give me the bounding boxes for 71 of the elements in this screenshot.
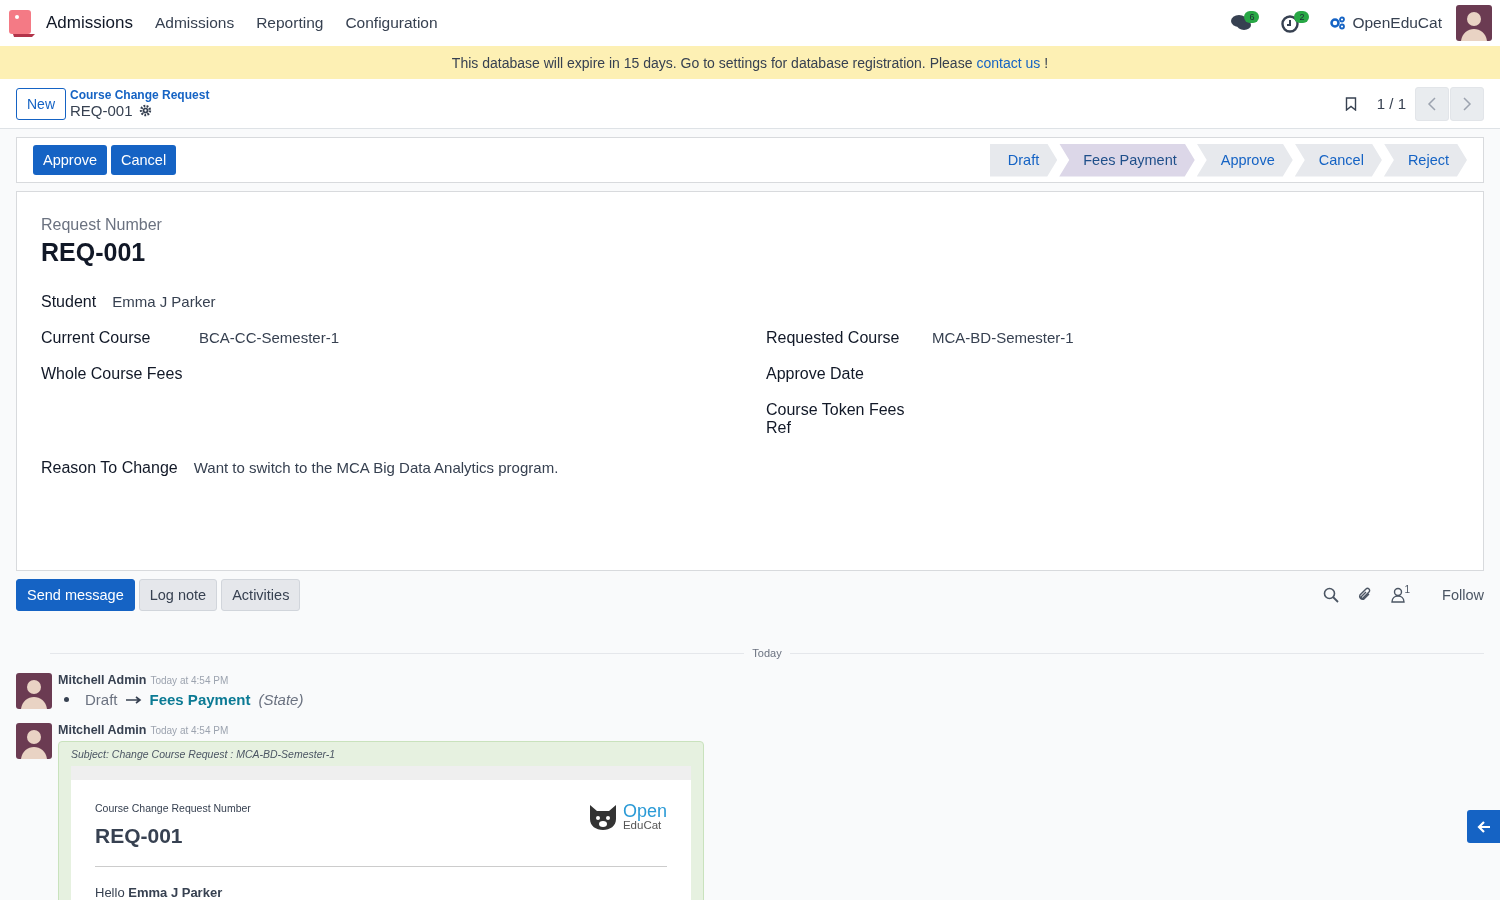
menu-item[interactable]: Configuration [345, 14, 438, 32]
app-logo-icon[interactable] [8, 9, 36, 37]
author-name[interactable]: Mitchell Admin [58, 723, 147, 737]
field-value: Want to switch to the MCA Big Data Analytics program. [193, 459, 559, 476]
status-step[interactable]: Approve [1196, 143, 1293, 177]
breadcrumb-link[interactable]: Course Change Request [70, 88, 210, 102]
old-value: Draft [85, 691, 118, 708]
activity-count: 2 [1294, 11, 1310, 23]
clock-button[interactable]: 2 [1280, 8, 1317, 38]
author-name[interactable]: Mitchell Admin [58, 673, 147, 687]
field-label: Requested Course [766, 329, 901, 347]
email-number: REQ-001 [95, 824, 184, 848]
arrow-icon [125, 695, 142, 704]
status-step[interactable]: Draft [989, 143, 1058, 177]
field-value: MCA-BD-Semester-1 [932, 329, 1074, 346]
chevron-left-icon [1427, 96, 1437, 111]
chatter-button[interactable]: Activities [221, 579, 301, 611]
message-time: Today at 4:54 PM [150, 725, 229, 736]
field-name: (State) [258, 691, 304, 708]
chat-button[interactable]: 6 [1230, 8, 1267, 38]
menu-item[interactable]: Admissions [154, 14, 235, 32]
paperclip-icon[interactable] [1356, 587, 1373, 603]
menu-item[interactable]: Reporting [256, 14, 324, 32]
record-name: REQ-001 [70, 102, 133, 119]
gear-icon[interactable] [138, 104, 152, 117]
status-step[interactable]: Reject [1383, 143, 1467, 177]
expiry-message: This database will expire in 15 days. Go to settings for database registration. Please [451, 54, 973, 71]
field-label: Student [41, 293, 97, 311]
field-label: Whole Course Fees [41, 365, 183, 383]
bookmark-icon[interactable] [1344, 96, 1357, 111]
app-name[interactable]: Admissions [46, 13, 133, 33]
search-icon[interactable] [1322, 587, 1339, 603]
new-value: Fees Payment [149, 691, 251, 708]
status-step[interactable]: Cancel [1294, 143, 1382, 177]
field-label: Reason To Change [41, 459, 178, 477]
avatar-icon [16, 673, 52, 709]
field-label: Course Token Fees Ref [766, 401, 906, 437]
logo-text: EduCat [622, 820, 662, 832]
clock-icon [1280, 13, 1301, 33]
field-value: BCA-CC-Semester-1 [199, 329, 340, 346]
field-label: Current Course [41, 329, 152, 347]
bullet-icon [64, 697, 69, 702]
avatar-icon [1456, 5, 1492, 41]
email-subject: Subject: Change Course Request : MCA-BD-Semester-1 [71, 748, 337, 760]
message-time: Today at 4:54 PM [150, 675, 229, 686]
pager-value: 1 / 1 [1376, 95, 1406, 112]
field-label: Request Number [41, 216, 163, 234]
company-name[interactable]: OpenEduCat [1352, 14, 1442, 32]
status-step[interactable]: Fees Payment [1059, 143, 1195, 177]
avatar-icon [16, 723, 52, 759]
email-greeting: Hello Emma J Parker [95, 885, 224, 900]
email-label: Course Change Request Number [95, 802, 251, 814]
date-separator: Today [752, 647, 782, 659]
field-value: Emma J Parker [112, 293, 216, 310]
contact-link[interactable]: contact us [976, 54, 1041, 71]
message-count: 6 [1244, 11, 1260, 23]
back-button[interactable] [1467, 810, 1500, 843]
field-label: Approve Date [766, 365, 865, 383]
arrow-left-icon [1476, 819, 1491, 834]
logo-text: Open [622, 802, 667, 820]
exclamation-mark: ! [1044, 54, 1049, 71]
settings-icon[interactable] [1330, 16, 1347, 30]
action-button[interactable]: Cancel [111, 145, 177, 175]
chatter-button[interactable]: Log note [138, 579, 218, 611]
chevron-right-icon [1462, 96, 1472, 111]
followers-button[interactable]: 1 [1390, 587, 1411, 603]
follow-button[interactable]: Follow [1442, 587, 1484, 603]
chatter-button[interactable]: Send message [16, 579, 135, 611]
action-button[interactable]: Approve [33, 145, 107, 175]
record-title: REQ-001 [41, 238, 147, 267]
new-button[interactable]: New [16, 87, 66, 120]
